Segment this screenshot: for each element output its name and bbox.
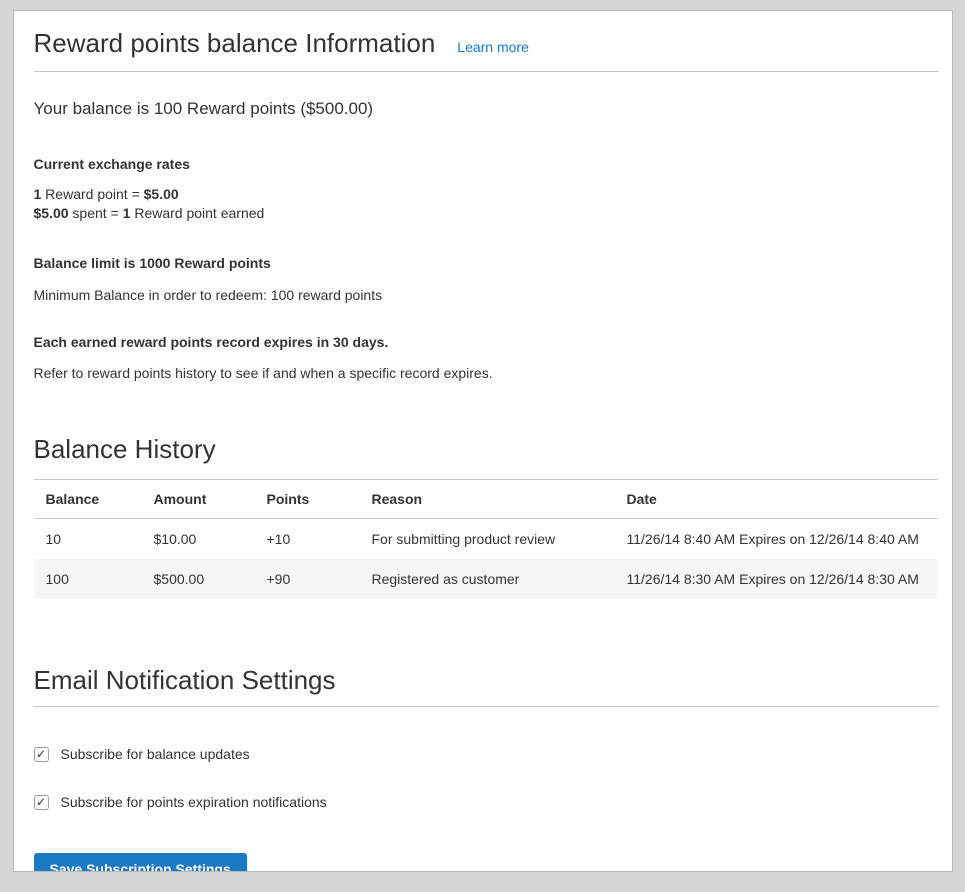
table-row: 10 $10.00 +10 For submitting product rev… bbox=[34, 519, 938, 560]
cell-date: 11/26/14 8:30 AM Expires on 12/26/14 8:3… bbox=[615, 559, 938, 599]
column-header-reason: Reason bbox=[360, 480, 615, 519]
table-header-row: Balance Amount Points Reason Date bbox=[34, 480, 938, 519]
header-divider bbox=[34, 71, 938, 72]
exchange-rate-line-1: 1 Reward point = $5.00 bbox=[34, 186, 179, 202]
column-header-date: Date bbox=[615, 480, 938, 519]
rate-text: Reward point earned bbox=[130, 205, 264, 221]
min-redeem-text: Minimum Balance in order to redeem: 100 … bbox=[34, 287, 938, 303]
balance-history-heading: Balance History bbox=[34, 434, 938, 464]
checkbox-label[interactable]: Subscribe for balance updates bbox=[61, 746, 250, 762]
email-settings-heading: Email Notification Settings bbox=[34, 665, 938, 695]
balance-history-table: Balance Amount Points Reason Date 10 $10… bbox=[34, 479, 938, 599]
exchange-rates-heading: Current exchange rates bbox=[34, 156, 938, 172]
rate-value: $5.00 bbox=[34, 205, 69, 221]
expiry-text: Each earned reward points record expires… bbox=[34, 334, 938, 350]
table-row: 100 $500.00 +90 Registered as customer 1… bbox=[34, 559, 938, 599]
learn-more-link[interactable]: Learn more bbox=[457, 39, 529, 55]
cell-points: +10 bbox=[255, 519, 360, 560]
rate-value: $5.00 bbox=[144, 186, 179, 202]
cell-reason: For submitting product review bbox=[360, 519, 615, 560]
cell-date: 11/26/14 8:40 AM Expires on 12/26/14 8:4… bbox=[615, 519, 938, 560]
points-expiration-option: Subscribe for points expiration notifica… bbox=[34, 794, 938, 810]
cell-points: +90 bbox=[255, 559, 360, 599]
email-settings-divider bbox=[34, 706, 938, 707]
reward-points-panel: Reward points balance Information Learn … bbox=[13, 10, 953, 872]
rate-text: Reward point = bbox=[41, 186, 143, 202]
expiry-note-text: Refer to reward points history to see if… bbox=[34, 365, 938, 381]
cell-reason: Registered as customer bbox=[360, 559, 615, 599]
column-header-points: Points bbox=[255, 480, 360, 519]
cell-balance: 10 bbox=[34, 519, 142, 560]
page-header: Reward points balance Information Learn … bbox=[34, 27, 938, 59]
balance-updates-option: Subscribe for balance updates bbox=[34, 746, 938, 762]
checkbox-label[interactable]: Subscribe for points expiration notifica… bbox=[61, 794, 327, 810]
exchange-rates: 1 Reward point = $5.00 $5.00 spent = 1 R… bbox=[34, 185, 938, 223]
points-expiration-checkbox[interactable] bbox=[34, 795, 49, 810]
column-header-amount: Amount bbox=[142, 480, 255, 519]
cell-amount: $10.00 bbox=[142, 519, 255, 560]
exchange-rate-line-2: $5.00 spent = 1 Reward point earned bbox=[34, 205, 265, 221]
balance-limit-text: Balance limit is 1000 Reward points bbox=[34, 255, 938, 271]
balance-summary: Your balance is 100 Reward points ($500.… bbox=[34, 99, 938, 119]
rate-text: spent = bbox=[69, 205, 123, 221]
page-title: Reward points balance Information bbox=[34, 27, 436, 59]
save-subscription-button[interactable]: Save Subscription Settings bbox=[34, 853, 247, 872]
column-header-balance: Balance bbox=[34, 480, 142, 519]
balance-updates-checkbox[interactable] bbox=[34, 747, 49, 762]
cell-balance: 100 bbox=[34, 559, 142, 599]
cell-amount: $500.00 bbox=[142, 559, 255, 599]
